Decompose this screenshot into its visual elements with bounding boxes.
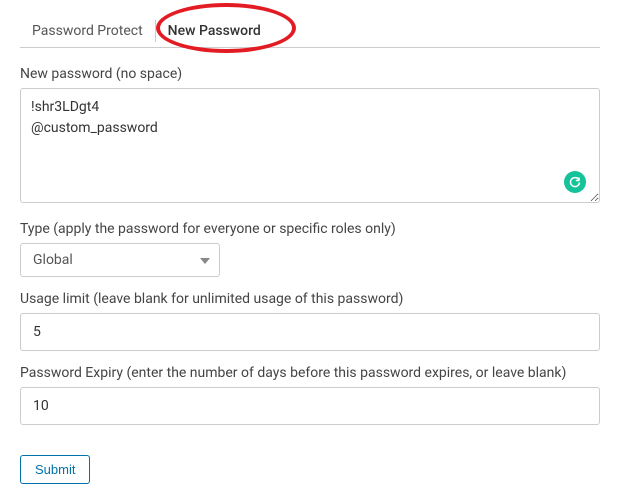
textarea-wrapper [20, 88, 600, 207]
type-select-wrapper: Global [20, 243, 220, 277]
tab-password-protect[interactable]: Password Protect [20, 15, 155, 47]
type-select[interactable]: Global [20, 243, 220, 277]
password-expiry-input[interactable] [20, 387, 600, 425]
field-usage-limit: Usage limit (leave blank for unlimited u… [20, 291, 600, 351]
new-password-textarea[interactable] [20, 88, 600, 203]
password-expiry-label: Password Expiry (enter the number of day… [20, 365, 600, 381]
type-label: Type (apply the password for everyone or… [20, 221, 600, 237]
new-password-form: New password (no space) Type (apply the … [20, 66, 600, 484]
tabs-bar: Password Protect New Password [20, 15, 600, 48]
usage-limit-input[interactable] [20, 313, 600, 351]
submit-button[interactable]: Submit [20, 455, 90, 484]
usage-limit-label: Usage limit (leave blank for unlimited u… [20, 291, 600, 307]
grammarly-icon[interactable] [564, 171, 586, 193]
field-new-password: New password (no space) [20, 66, 600, 207]
tab-new-password[interactable]: New Password [156, 15, 273, 47]
field-type: Type (apply the password for everyone or… [20, 221, 600, 277]
new-password-label: New password (no space) [20, 66, 600, 82]
field-password-expiry: Password Expiry (enter the number of day… [20, 365, 600, 425]
